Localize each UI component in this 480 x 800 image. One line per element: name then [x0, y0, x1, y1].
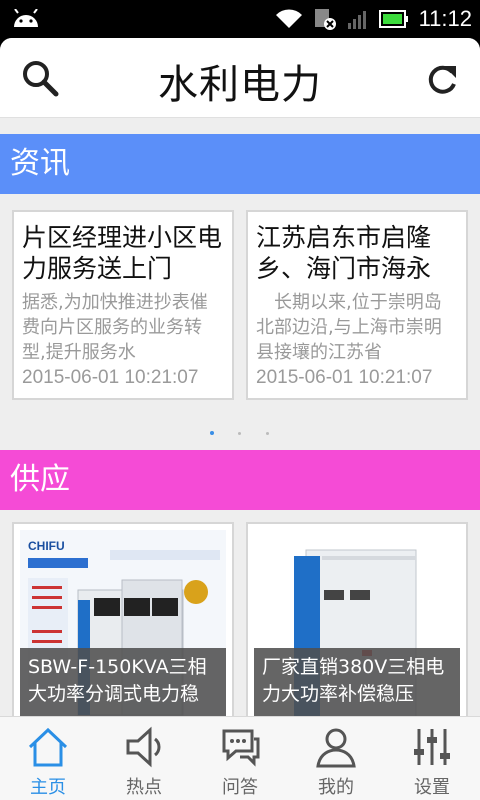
clock: 11:12 — [418, 6, 472, 31]
battery-icon — [378, 10, 408, 28]
tab-hot[interactable]: 热点 — [96, 717, 192, 800]
android-icon — [14, 9, 38, 27]
chat-bubbles-icon — [222, 729, 260, 767]
news-card[interactable]: 江苏启东市启隆乡、海门市海永 长期以来,位于崇明岛北部边沿,与上海市崇明县接壤的… — [246, 210, 468, 400]
tab-label: 主页 — [30, 777, 66, 798]
product-caption: 厂家直销380V三相电力大功率补偿稳压 — [254, 648, 460, 716]
tab-home[interactable]: 主页 — [0, 717, 96, 800]
pager-dot-active[interactable] — [210, 431, 214, 435]
news-title: 江苏启东市启隆乡、海门市海永 — [256, 223, 432, 283]
pager-dot[interactable] — [238, 432, 241, 435]
tab-label: 热点 — [126, 777, 162, 798]
news-card[interactable]: 片区经理进小区电力服务送上门 据悉,为加快推进抄表催费向片区服务的业务转型,提升… — [12, 210, 234, 400]
tab-qa[interactable]: 问答 — [192, 717, 288, 800]
product-card[interactable]: 厂家直销380V三相电力大功率补偿稳压 — [246, 522, 468, 718]
news-title: 片区经理进小区电力服务送上门 — [22, 223, 223, 283]
tab-label: 问答 — [222, 777, 258, 798]
news-carousel[interactable]: 片区经理进小区电力服务送上门 据悉,为加快推进抄表催费向片区服务的业务转型,提升… — [0, 210, 480, 402]
supply-section-header[interactable]: 供应 — [0, 450, 480, 510]
tab-mine[interactable]: 我的 — [288, 717, 384, 800]
tab-label: 设置 — [414, 777, 450, 798]
news-section-header[interactable]: 资讯 — [0, 134, 480, 194]
news-date: 2015-06-01 10:21:07 — [22, 367, 199, 388]
sliders-icon — [414, 729, 450, 765]
tab-settings[interactable]: 设置 — [384, 717, 480, 800]
page-title: 水利电力 — [158, 62, 322, 108]
supply-list: CHIFU SBW-F-150KVA三相大功率分调式电力稳 厂家直销380V三相… — [0, 522, 480, 718]
brand-logo: CHIFU — [28, 539, 65, 553]
home-icon — [28, 727, 68, 767]
pager-dot[interactable] — [266, 432, 269, 435]
news-summary: 长期以来,位于崇明岛北部边沿,与上海市崇明县接壤的江苏省 — [256, 292, 442, 363]
top-bar: 水利电力 — [0, 38, 480, 118]
bottom-navigation: 主页 热点 问答 我的 设置 — [0, 716, 480, 800]
refresh-icon[interactable] — [424, 58, 460, 98]
status-bar: 11:12 — [0, 0, 480, 38]
app-screen: 水利电力 资讯 片区经理进小区电力服务送上门 据悉,为加快推进抄表催费向片区服务… — [0, 38, 480, 800]
user-icon — [316, 728, 356, 768]
speaker-icon — [126, 726, 161, 768]
carousel-pager — [0, 431, 480, 437]
product-card[interactable]: CHIFU SBW-F-150KVA三相大功率分调式电力稳 — [12, 522, 234, 718]
sim-blocked-icon — [314, 9, 336, 30]
news-summary: 据悉,为加快推进抄表催费向片区服务的业务转型,提升服务水 — [22, 292, 208, 363]
product-caption: SBW-F-150KVA三相大功率分调式电力稳 — [20, 648, 226, 716]
wifi-icon — [275, 9, 302, 28]
news-date: 2015-06-01 10:21:07 — [256, 367, 433, 388]
signal-icon — [347, 11, 366, 29]
status-icons: 11:12 — [275, 5, 472, 33]
tab-label: 我的 — [318, 777, 354, 798]
